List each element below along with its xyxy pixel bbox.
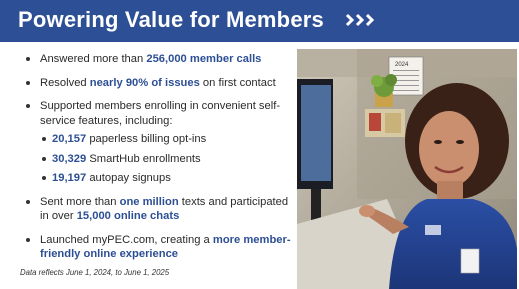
- bullet-calls: Answered more than 256,000 member calls: [22, 52, 292, 66]
- sub-bullet-paperless: 20,157 paperless billing opt-ins: [22, 132, 292, 146]
- bullet-highlight: 15,000 online chats: [76, 210, 180, 223]
- bullet-text: autopay signups: [86, 172, 171, 185]
- bullet-self-service: Supported members enrolling in convenien…: [22, 99, 292, 127]
- bullet-list: Answered more than 256,000 member calls …: [22, 52, 292, 271]
- calendar-year: 2024: [395, 62, 409, 68]
- bullet-text: Sent more than: [40, 195, 120, 208]
- bullet-text: Launched myPEC.com, creating a: [40, 233, 213, 246]
- bullet-text: Supported members enrolling in convenien…: [40, 100, 281, 127]
- title-banner: Powering Value for Members: [0, 0, 519, 42]
- bullet-highlight: one million: [119, 195, 179, 208]
- bullet-highlight: nearly 90% of issues: [89, 76, 200, 89]
- bullet-text: on first contact: [199, 76, 276, 89]
- sub-bullet-autopay: 19,197 autopay signups: [22, 171, 292, 185]
- bullet-text: paperless billing opt-ins: [86, 132, 207, 145]
- footnote: Data reflects June 1, 2024, to June 1, 2…: [20, 268, 170, 277]
- bullet-text: SmartHub enrollments: [86, 152, 201, 165]
- bullet-highlight: 20,157: [52, 132, 87, 145]
- bullet-text: Resolved: [40, 76, 90, 89]
- chevron-right-icon: [365, 13, 375, 27]
- bullet-resolved: Resolved nearly 90% of issues on first c…: [22, 76, 292, 90]
- bullet-highlight: 19,197: [52, 172, 87, 185]
- bullet-text: Answered more than: [40, 53, 147, 65]
- slide-title: Powering Value for Members: [18, 7, 324, 32]
- bullet-highlight: 256,000 member calls: [146, 53, 262, 65]
- sub-bullet-smarthub: 30,329 SmartHub enrollments: [22, 152, 292, 166]
- photo-illustration: 2024: [297, 49, 517, 289]
- bullet-texts-chats: Sent more than one million texts and par…: [22, 195, 292, 223]
- employee-photo: 2024: [297, 49, 517, 289]
- bullet-website: Launched myPEC.com, creating a more memb…: [22, 233, 292, 261]
- bullet-highlight: 30,329: [52, 152, 87, 165]
